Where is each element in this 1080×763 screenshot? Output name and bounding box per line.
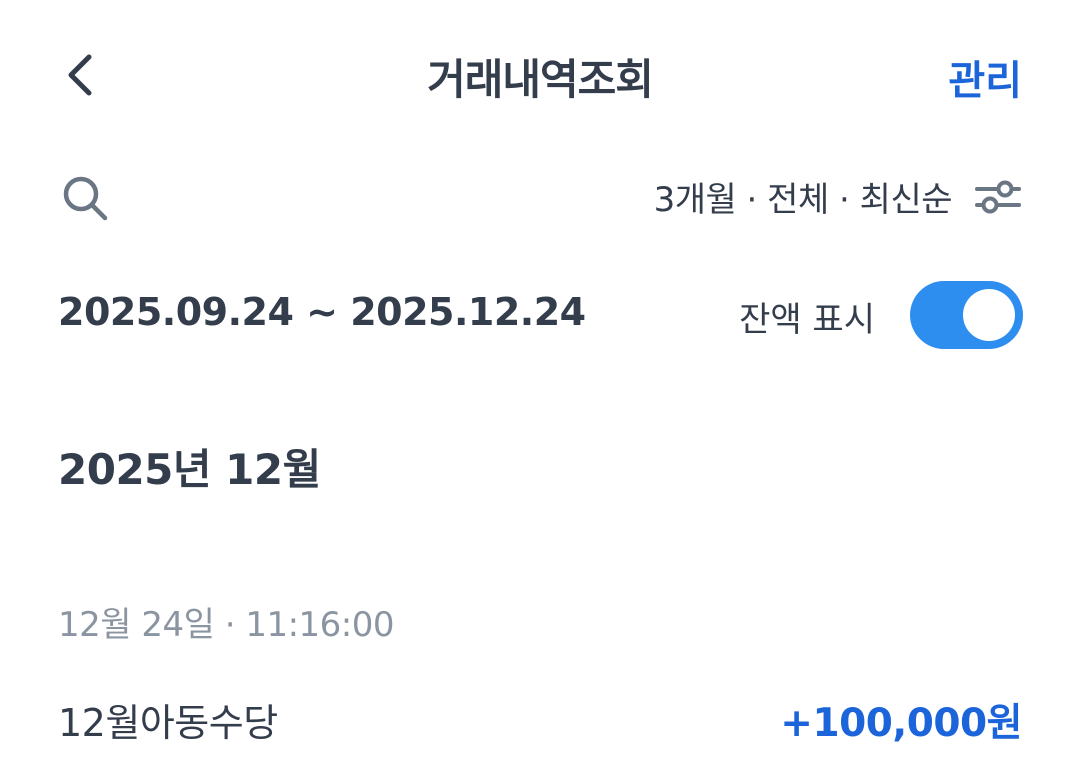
search-button[interactable] [55,168,115,228]
top-bar: 거래내역조회 관리 [0,0,1080,145]
toggle-knob [963,289,1015,341]
manage-button[interactable]: 관리 [948,48,1022,106]
transaction-amount: +100,000원 [780,701,1022,746]
month-heading: 2025년 12월 [58,445,321,494]
balance-toggle[interactable] [910,281,1023,349]
date-range: 2025.09.24 ~ 2025.12.24 [58,290,586,334]
filter-button[interactable]: 3개월 · 전체 · 최신순 [654,172,1022,221]
transaction-datetime: 12월 24일 · 11:16:00 [58,605,395,645]
transaction-history-screen: 거래내역조회 관리 3개월 · 전체 · 최신순 2025.09.24 ~ 20… [0,0,1080,763]
transaction-row[interactable]: 12월아동수당 +100,000원 [0,680,1080,760]
sliders-icon [974,173,1022,221]
balance-toggle-label: 잔액 표시 [739,300,875,340]
search-icon [63,176,108,221]
transaction-name: 12월아동수당 [58,701,278,745]
filter-summary: 3개월 · 전체 · 최신순 [653,180,953,220]
page-title: 거래내역조회 [427,55,654,104]
